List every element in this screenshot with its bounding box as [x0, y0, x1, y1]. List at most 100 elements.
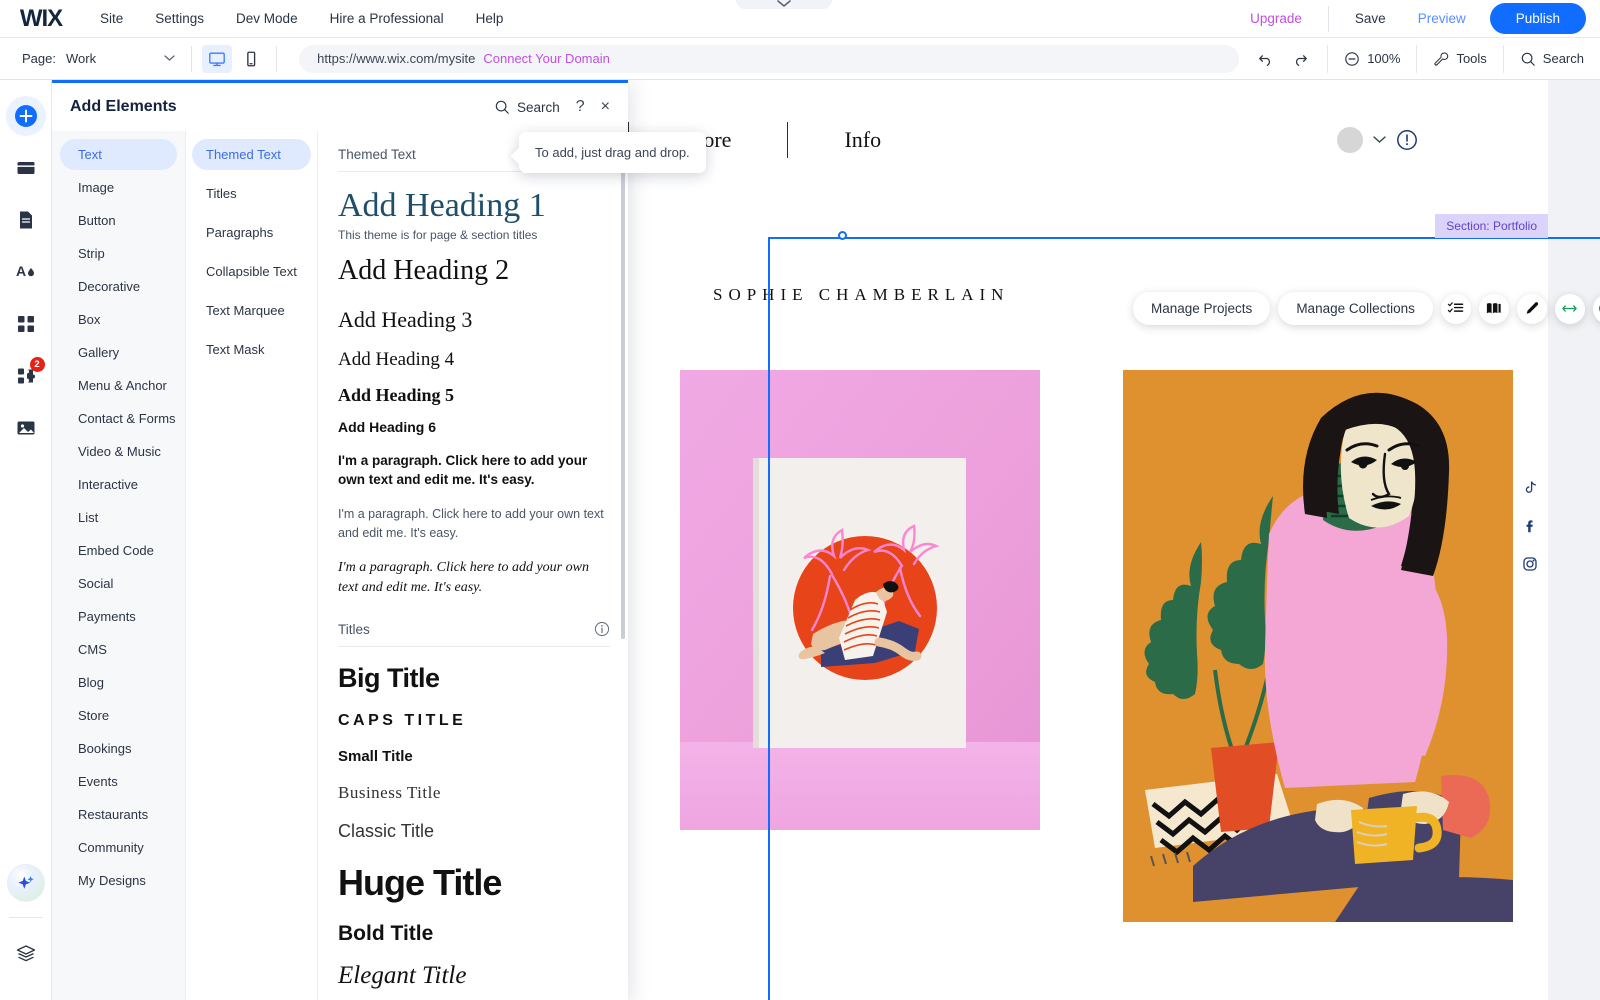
site-design-rail-button[interactable]: A — [6, 252, 46, 292]
category-menu-anchor[interactable]: Menu & Anchor — [60, 370, 177, 401]
category-list[interactable]: List — [60, 502, 177, 533]
text-preset-paragraph-italic[interactable]: I'm a paragraph. Click here to add your … — [338, 558, 610, 597]
menu-item-help[interactable]: Help — [460, 5, 520, 32]
site-url-bar[interactable]: https://www.wix.com/mysite Connect Your … — [299, 45, 1239, 73]
help-button[interactable]: ? — [1593, 294, 1600, 324]
menu-item-settings[interactable]: Settings — [139, 5, 220, 32]
collapse-toolbar-tab[interactable] — [736, 0, 832, 9]
text-preset-heading-4[interactable]: Add Heading 4 — [338, 349, 610, 371]
site-preview[interactable]: Store Info Section: Portfolio — [628, 80, 1548, 1000]
menu-item-site[interactable]: Site — [84, 5, 139, 32]
title-preset-classic[interactable]: Classic Title — [338, 821, 610, 842]
title-preset-elegant[interactable]: Elegant Title — [338, 962, 610, 990]
category-cms[interactable]: CMS — [60, 634, 177, 665]
app-market-rail-button[interactable]: 2 — [6, 356, 46, 396]
preview-button[interactable]: Preview — [1402, 5, 1482, 32]
subcategory-titles[interactable]: Titles — [192, 178, 311, 209]
site-heading[interactable]: SOPHIE CHAMBERLAIN — [713, 285, 1009, 305]
subcategory-text-marquee[interactable]: Text Marquee — [192, 295, 311, 326]
menu-item-dev-mode[interactable]: Dev Mode — [220, 5, 314, 32]
category-text[interactable]: Text — [60, 139, 177, 170]
text-preset-heading-5[interactable]: Add Heading 5 — [338, 385, 610, 406]
category-strip[interactable]: Strip — [60, 238, 177, 269]
category-decorative[interactable]: Decorative — [60, 271, 177, 302]
connect-domain-link[interactable]: Connect Your Domain — [483, 51, 609, 66]
chevron-down-icon[interactable] — [1373, 136, 1386, 144]
panel-scrollbar[interactable] — [621, 139, 625, 639]
wix-logo[interactable]: WIX — [10, 5, 72, 33]
apps-rail-button[interactable] — [6, 304, 46, 344]
text-preset-heading-3[interactable]: Add Heading 3 — [338, 307, 610, 333]
desktop-view-button[interactable] — [202, 45, 232, 73]
text-preset-heading-6[interactable]: Add Heading 6 — [338, 419, 610, 435]
design-button[interactable] — [1517, 294, 1547, 324]
redo-button[interactable] — [1291, 50, 1309, 68]
category-interactive[interactable]: Interactive — [60, 469, 177, 500]
title-preset-small[interactable]: Small Title — [338, 748, 610, 765]
title-preset-huge[interactable]: Huge Title — [338, 862, 610, 904]
text-preset-paragraph-bold[interactable]: I'm a paragraph. Click here to add your … — [338, 451, 610, 489]
title-preset-caps[interactable]: CAPS TITLE — [338, 712, 610, 730]
manage-collections-button[interactable]: Manage Collections — [1278, 292, 1433, 325]
panel-search-button[interactable]: Search — [494, 99, 560, 115]
category-my-designs[interactable]: My Designs — [60, 865, 177, 896]
tiktok-icon[interactable] — [1522, 480, 1538, 496]
subcategory-themed-text[interactable]: Themed Text — [192, 139, 311, 170]
category-store[interactable]: Store — [60, 700, 177, 731]
menu-item-hire-a-professional[interactable]: Hire a Professional — [314, 5, 460, 32]
subcategory-text-mask[interactable]: Text Mask — [192, 334, 311, 365]
title-preset-business[interactable]: Business Title — [338, 783, 610, 803]
title-preset-big[interactable]: Big Title — [338, 663, 610, 694]
page-selector[interactable]: Work — [66, 51, 181, 66]
tools-button[interactable]: Tools — [1416, 45, 1502, 73]
alert-icon[interactable] — [1396, 129, 1418, 151]
mobile-view-button[interactable] — [236, 45, 266, 73]
text-preset-heading-1[interactable]: Add Heading 1 — [338, 188, 610, 224]
add-section-rail-button[interactable] — [6, 148, 46, 188]
category-restaurants[interactable]: Restaurants — [60, 799, 177, 830]
category-blog[interactable]: Blog — [60, 667, 177, 698]
category-button[interactable]: Button — [60, 205, 177, 236]
settings-list-button[interactable] — [1441, 294, 1471, 324]
category-box[interactable]: Box — [60, 304, 177, 335]
portfolio-image-illustration[interactable] — [1123, 370, 1513, 922]
undo-button[interactable] — [1257, 50, 1275, 68]
zoom-control[interactable]: 100% — [1327, 45, 1416, 73]
avatar[interactable] — [1337, 127, 1363, 153]
subcategory-paragraphs[interactable]: Paragraphs — [192, 217, 311, 248]
category-video-music[interactable]: Video & Music — [60, 436, 177, 467]
pages-rail-button[interactable] — [6, 200, 46, 240]
category-image[interactable]: Image — [60, 172, 177, 203]
facebook-icon[interactable] — [1522, 518, 1538, 534]
category-payments[interactable]: Payments — [60, 601, 177, 632]
instagram-icon[interactable] — [1522, 556, 1538, 572]
text-preset-paragraph-regular[interactable]: I'm a paragraph. Click here to add your … — [338, 505, 610, 542]
category-bookings[interactable]: Bookings — [60, 733, 177, 764]
layers-button[interactable] — [6, 934, 46, 974]
manage-projects-button[interactable]: Manage Projects — [1133, 292, 1270, 325]
ai-assistant-button[interactable] — [8, 865, 44, 901]
portfolio-image-poster-mockup[interactable] — [680, 370, 1040, 830]
category-embed-code[interactable]: Embed Code — [60, 535, 177, 566]
panel-help-icon[interactable]: ? — [576, 99, 585, 115]
add-elements-rail-button[interactable] — [6, 96, 46, 136]
search-button[interactable]: Search — [1503, 45, 1600, 73]
subcategory-collapsible-text[interactable]: Collapsible Text — [192, 256, 311, 287]
section-resize-handle[interactable] — [838, 231, 847, 240]
info-icon[interactable] — [594, 621, 610, 637]
title-preset-bold[interactable]: Bold Title — [338, 922, 610, 946]
text-preset-heading-2[interactable]: Add Heading 2 — [338, 255, 610, 287]
category-community[interactable]: Community — [60, 832, 177, 863]
category-social[interactable]: Social — [60, 568, 177, 599]
panel-close-icon[interactable]: × — [601, 99, 610, 115]
media-rail-button[interactable] — [6, 408, 46, 448]
site-nav-info[interactable]: Info — [788, 127, 937, 153]
stretch-button[interactable] — [1555, 294, 1585, 324]
layout-button[interactable] — [1479, 294, 1509, 324]
category-gallery[interactable]: Gallery — [60, 337, 177, 368]
publish-button[interactable]: Publish — [1490, 3, 1586, 34]
save-button[interactable]: Save — [1339, 5, 1402, 32]
category-contact-forms[interactable]: Contact & Forms — [60, 403, 177, 434]
category-events[interactable]: Events — [60, 766, 177, 797]
panel-preview-area[interactable]: Themed Text Add Heading 1 This theme is … — [318, 131, 628, 1000]
